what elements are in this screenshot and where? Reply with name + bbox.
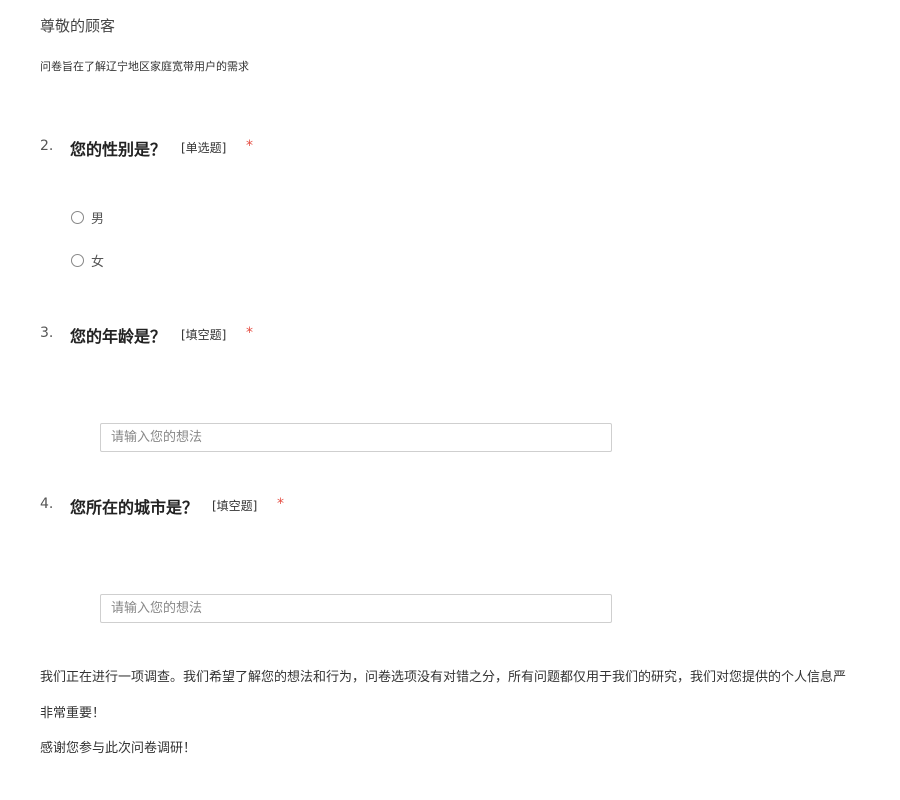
question-title: 您所在的城市是？	[70, 498, 199, 517]
footer-statement: 我们正在进行一项调查。我们希望了解您的想法和行为，问卷选项没有对错之分，所有问题…	[40, 666, 900, 685]
question-type-badge: [单选题]	[181, 141, 227, 155]
question-title: 您的性别是？	[70, 140, 167, 159]
option-male[interactable]: 男	[71, 208, 104, 227]
question-title: 您的年龄是？	[70, 327, 167, 346]
age-input[interactable]	[100, 423, 612, 452]
survey-intro: 问卷旨在了解辽宁地区家庭宽带用户的需求	[40, 60, 249, 73]
question-age: 3. 您的年龄是？ [填空题] *	[40, 323, 640, 458]
radio-button[interactable]	[71, 254, 84, 267]
city-input[interactable]	[100, 594, 612, 623]
required-mark: *	[277, 496, 284, 512]
radio-button[interactable]	[71, 211, 84, 224]
question-type-badge: [填空题]	[181, 328, 227, 342]
question-gender: 2. 您的性别是？ [单选题] * 男 女	[40, 136, 640, 286]
question-number: 2.	[40, 138, 54, 154]
footer-line-1: 我们正在进行一项调查。我们希望了解您的想法和行为，问卷选项没有对错之分，所有问题…	[40, 670, 847, 685]
option-label[interactable]: 男	[91, 208, 104, 227]
question-number: 3.	[40, 325, 54, 341]
option-label[interactable]: 女	[91, 251, 104, 270]
footer-thanks: 感谢您参与此次问卷调研！	[40, 741, 197, 756]
question-type-badge: [填空题]	[212, 499, 258, 513]
footer-line-2: 非常重要！	[40, 706, 106, 721]
option-female[interactable]: 女	[71, 251, 104, 270]
question-number: 4.	[40, 496, 54, 512]
question-city: 4. 您所在的城市是？ [填空题] *	[40, 494, 640, 629]
required-mark: *	[246, 325, 253, 341]
greeting-title: 尊敬的顾客	[40, 17, 116, 35]
required-mark: *	[246, 138, 253, 154]
